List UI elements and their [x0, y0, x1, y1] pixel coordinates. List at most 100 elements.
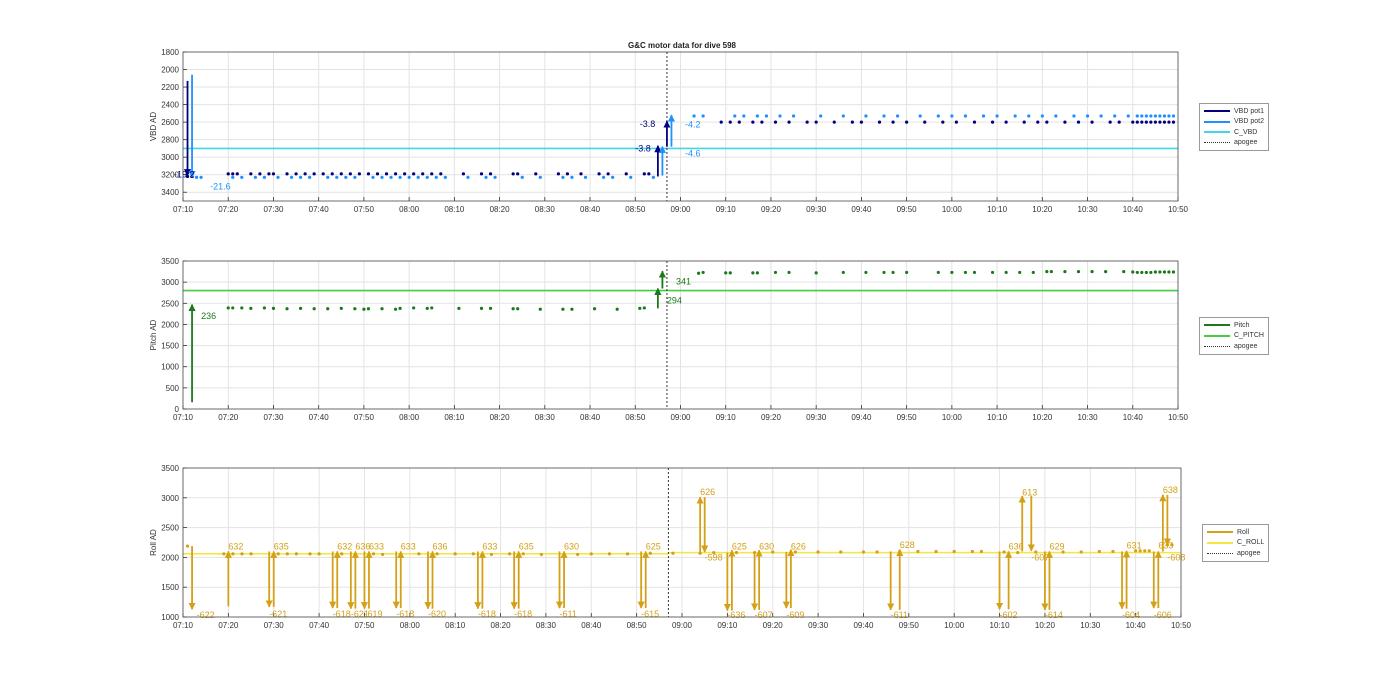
data-point	[647, 172, 651, 176]
data-point	[877, 120, 882, 124]
data-point	[511, 307, 515, 311]
legend-label: Roll	[1237, 528, 1250, 536]
value-annotation: 638	[1163, 485, 1178, 495]
x-tick-label: 09:20	[763, 621, 784, 630]
x-tick-label: 10:50	[1171, 621, 1192, 630]
data-point	[979, 549, 984, 554]
value-annotation: 636	[1009, 542, 1024, 552]
data-point	[479, 172, 484, 176]
x-tick-label: 07:40	[309, 205, 330, 214]
value-annotation: -636	[727, 610, 745, 620]
data-point	[954, 120, 958, 124]
data-point	[516, 172, 520, 176]
value-annotation: 632	[228, 542, 243, 552]
x-tick-label: 10:30	[1080, 621, 1101, 630]
data-point	[1076, 269, 1081, 274]
data-point	[570, 175, 574, 179]
data-point	[330, 172, 334, 176]
figure-title: G&C motor data for dive 598	[627, 41, 737, 50]
data-point	[308, 552, 312, 556]
y-axis-label: Pitch AD	[149, 319, 158, 350]
data-point	[412, 172, 416, 176]
x-tick-label: 09:50	[897, 413, 918, 422]
data-point	[607, 552, 612, 556]
data-point	[561, 307, 565, 311]
data-point	[439, 172, 443, 176]
data-point	[258, 172, 262, 176]
legend-swatch	[1207, 552, 1233, 554]
data-point	[751, 120, 755, 124]
x-tick-label: 10:40	[1126, 621, 1147, 630]
data-point	[1147, 549, 1151, 553]
x-tick-label: 07:50	[354, 621, 375, 630]
value-annotation: -614	[1045, 610, 1063, 620]
value-annotation: -4.6	[685, 149, 701, 159]
data-point	[249, 172, 253, 176]
x-tick-label: 10:10	[987, 205, 1008, 214]
data-point	[995, 114, 999, 118]
x-tick-label: 10:20	[1035, 621, 1056, 630]
data-point	[891, 120, 895, 124]
data-point	[1140, 114, 1144, 118]
data-point	[461, 172, 466, 176]
data-point	[1004, 120, 1008, 124]
y-tick-label: 3000	[161, 278, 179, 287]
x-tick-label: 09:10	[717, 621, 738, 630]
x-tick-label: 09:50	[897, 205, 918, 214]
value-annotation: -620	[428, 609, 446, 619]
data-point	[1079, 550, 1083, 554]
data-point	[583, 175, 588, 179]
data-point	[1144, 270, 1148, 275]
data-point	[1063, 120, 1067, 124]
data-point	[1076, 120, 1081, 124]
value-annotation: 626	[791, 542, 806, 552]
legend-entry: Pitch	[1204, 320, 1264, 331]
data-point	[624, 172, 628, 176]
x-tick-label: 08:00	[399, 205, 420, 214]
data-point	[737, 120, 741, 124]
data-point	[941, 120, 945, 124]
data-point	[344, 175, 348, 179]
data-point	[1111, 549, 1115, 554]
x-tick-label: 09:40	[853, 621, 874, 630]
data-point	[1171, 270, 1176, 274]
x-tick-label: 09:00	[670, 205, 691, 214]
legend-entry: apogee	[1204, 138, 1264, 149]
x-tick-label: 10:10	[987, 413, 1008, 422]
x-tick-label: 10:30	[1078, 413, 1099, 422]
data-point	[366, 307, 371, 311]
data-point	[453, 552, 457, 556]
data-point	[576, 552, 580, 557]
x-tick-label: 08:50	[627, 621, 648, 630]
legend-swatch	[1204, 324, 1230, 327]
data-point	[434, 175, 438, 179]
legend-vbd: VBD pot1 VBD pot2 C_VBD apogee	[1199, 103, 1269, 151]
data-point	[589, 552, 593, 556]
data-point	[791, 114, 796, 118]
value-annotation: 632	[337, 542, 352, 552]
data-point	[1135, 270, 1139, 275]
figure-canvas: 07:10 07:20 07:30 07:40 07:50 08:00 08:10 08:20…	[149, 48, 1192, 630]
value-annotation: 633	[369, 542, 384, 552]
data-point	[972, 120, 977, 124]
x-tick-label: 09:40	[851, 413, 872, 422]
x-tick-label: 09:30	[806, 205, 827, 214]
data-point	[412, 306, 416, 310]
legend-swatch	[1204, 120, 1230, 123]
data-point	[1013, 114, 1017, 118]
data-point	[421, 172, 425, 176]
legend-label: Pitch	[1234, 321, 1250, 329]
y-tick-label: 2000	[161, 66, 179, 75]
y-tick-label: 3500	[161, 464, 179, 473]
data-point	[814, 120, 818, 124]
data-point	[226, 306, 230, 310]
x-tick-label: 08:30	[535, 205, 556, 214]
data-point	[615, 307, 619, 311]
value-annotation: -611	[560, 609, 577, 619]
data-point	[671, 551, 675, 555]
y-tick-label: 2800	[161, 136, 179, 145]
value-annotation: -606	[1154, 610, 1172, 620]
data-point	[416, 175, 420, 179]
data-point	[981, 114, 986, 118]
data-point	[516, 307, 520, 311]
